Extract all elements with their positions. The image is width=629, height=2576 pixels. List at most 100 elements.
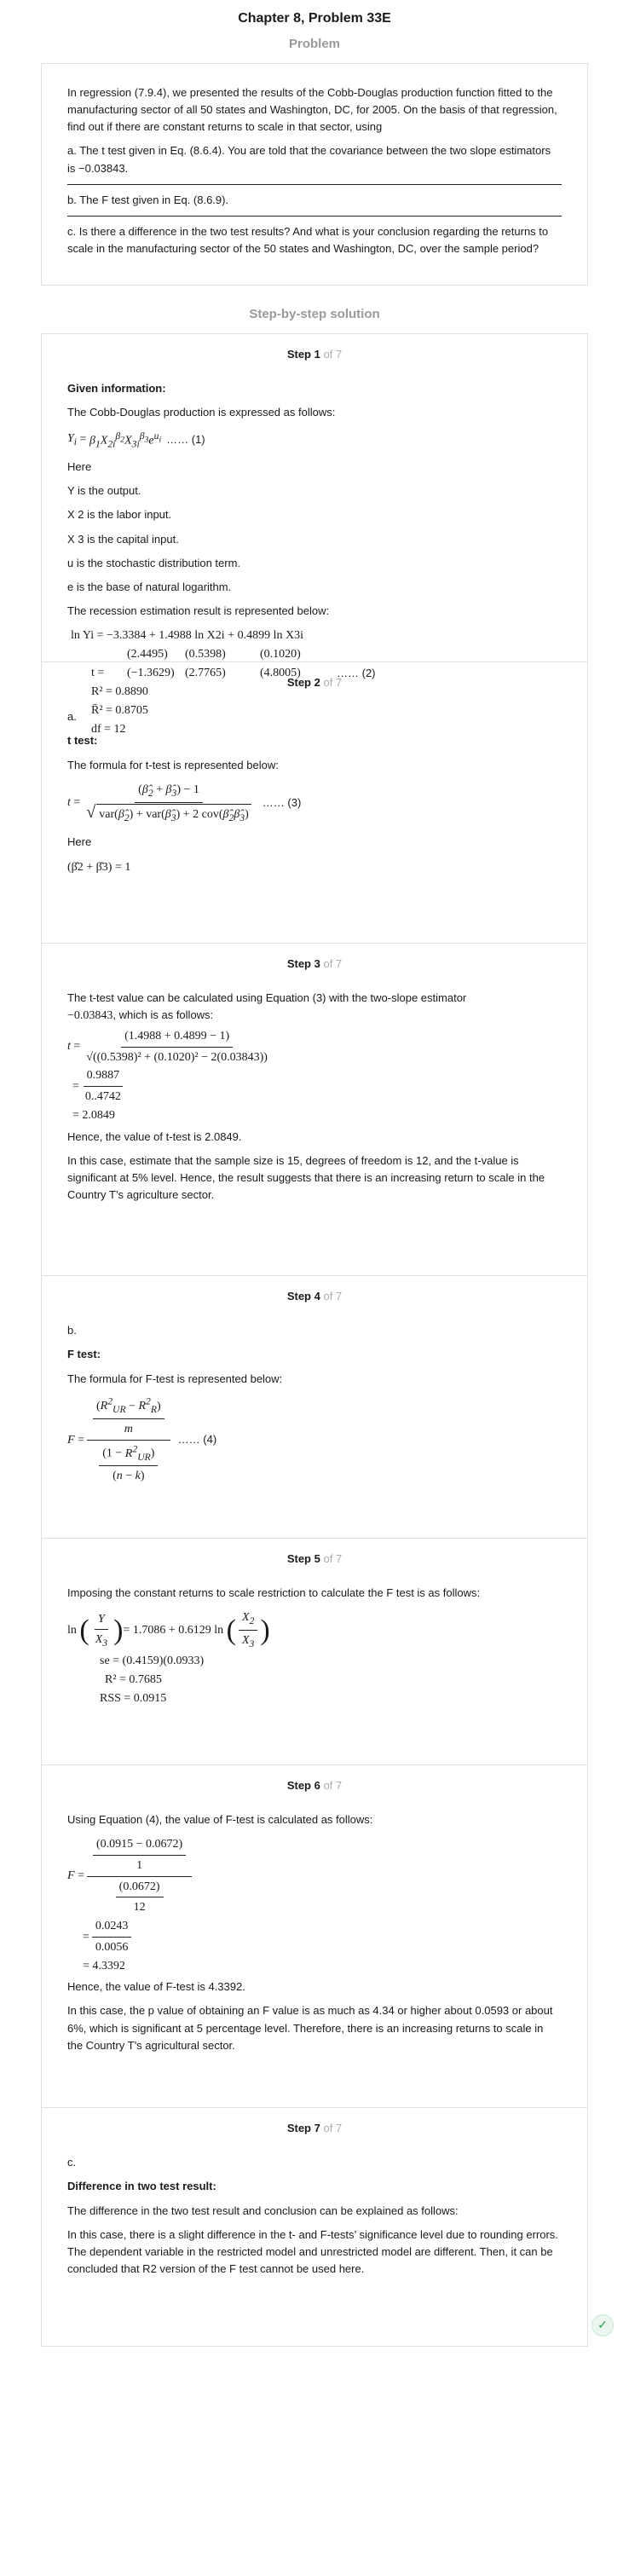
equation-3: t = (β̂2 + β̂3) − 1 √ var(β̂2) + var(β̂3)… bbox=[67, 781, 562, 826]
f-result: Hence, the value of F-test is 4.3392. bbox=[67, 1980, 245, 1994]
difference-intro: The difference in the two test result an… bbox=[67, 2203, 459, 2217]
f-den-top: (0.0672) bbox=[115, 1878, 164, 1898]
definition-y: Y is the output. bbox=[67, 484, 141, 498]
recession-intro: The recession estimation result is repre… bbox=[67, 604, 330, 617]
f-calculation: F = (0.0915 − 0.0672) 1 (0.0672) 12 = 0.… bbox=[67, 1835, 562, 1975]
step-header: Step 4 of 7 bbox=[67, 1288, 562, 1305]
problem-part-a: a. The t test given in Eq. (8.6.4). You … bbox=[67, 144, 551, 175]
t-prefix: t = bbox=[91, 667, 105, 680]
equation-tag: …… (2) bbox=[337, 667, 376, 680]
t-conclusion: In this case, estimate that the sample s… bbox=[67, 1153, 545, 1201]
step-header: Step 7 of 7 bbox=[67, 2120, 562, 2137]
step-number: Step 1 bbox=[286, 348, 320, 361]
step-header: Step 6 of 7 bbox=[67, 1777, 562, 1794]
problem-part-c: c. Is there a difference in the two test… bbox=[67, 224, 549, 255]
f-num-bottom: 1 bbox=[136, 1859, 143, 1873]
se-value: (2.4495) bbox=[127, 648, 168, 661]
f-num-top: (0.0915 − 0.0672) bbox=[92, 1835, 187, 1857]
step-header: Step 1 of 7 bbox=[67, 346, 562, 363]
t-value: (2.7765) bbox=[185, 667, 226, 680]
here-label: Here bbox=[67, 835, 92, 849]
r-squared: R² = 0.7685 bbox=[105, 1673, 162, 1687]
covariance-value: −0.03843 bbox=[67, 1009, 113, 1023]
solution-page: Chapter 8, Problem 33E Problem In regres… bbox=[0, 0, 629, 2348]
step-number: Step 4 bbox=[286, 1290, 320, 1303]
rss-value: RSS = 0.0915 bbox=[100, 1692, 167, 1706]
step-of: of 7 bbox=[323, 1290, 343, 1303]
problem-part-b: b. The F test given in Eq. (8.6.9). bbox=[67, 193, 229, 206]
solution-label: Step-by-step solution bbox=[249, 307, 380, 322]
t-calc-intro: The t-test value can be calculated using… bbox=[67, 990, 562, 1025]
step-6: Step 6 of 7 Using Equation (4), the valu… bbox=[41, 1765, 588, 2109]
step-number: Step 2 bbox=[286, 676, 320, 690]
se-value: (0.1020) bbox=[260, 648, 301, 661]
definition-x3: X 3 is the capital input. bbox=[67, 532, 179, 546]
f-calc-intro: Using Equation (4), the value of F-test … bbox=[67, 1813, 373, 1827]
problem-card: In regression (7.9.4), we presented the … bbox=[41, 63, 588, 286]
divider bbox=[67, 183, 562, 185]
step-number: Step 5 bbox=[286, 1552, 320, 1566]
t-result-line: = 2.0849 bbox=[72, 1108, 115, 1122]
f-step2-denominator: 0.0056 bbox=[95, 1940, 129, 1954]
f-test-heading: F test: bbox=[67, 1348, 101, 1361]
step-1: Step 1 of 7 Given information: The Cobb-… bbox=[41, 333, 588, 736]
step-of: of 7 bbox=[323, 2122, 343, 2135]
step-of: of 7 bbox=[323, 1552, 343, 1566]
f-formula-intro: The formula for F-test is represented be… bbox=[67, 1372, 283, 1385]
equation-tag: …… (1) bbox=[166, 433, 205, 447]
step-number: Step 6 bbox=[286, 1779, 320, 1793]
part-label: c. bbox=[67, 2156, 77, 2169]
divider bbox=[67, 215, 562, 217]
t-step2-denominator: 0..4742 bbox=[84, 1090, 121, 1104]
restriction-intro: Imposing the constant returns to scale r… bbox=[67, 1586, 481, 1600]
t-calculation: t = (1.4988 + 0.4899 − 1) √((0.5398)² + … bbox=[67, 1027, 562, 1124]
equation-4: F = (R2UR − R2R) m (1 − R2UR) (n − k) ……… bbox=[67, 1395, 217, 1483]
f-conclusion: In this case, the p value of obtaining a… bbox=[67, 2004, 553, 2052]
f-step2-numerator: 0.0243 bbox=[91, 1917, 132, 1938]
t-numerator: (1.4988 + 0.4899 − 1) bbox=[121, 1027, 234, 1048]
definition-u: u is the stochastic distribution term. bbox=[67, 556, 241, 569]
page-title: Chapter 8, Problem 33E bbox=[238, 11, 391, 26]
equation-1: Yi = β1X2iβ2X3iβ3eui …… (1) bbox=[67, 430, 205, 449]
t-calc-intro-text: The t-test value can be calculated using… bbox=[67, 991, 467, 1005]
problem-label: Problem bbox=[288, 37, 340, 51]
equation-tag: …… (3) bbox=[262, 795, 302, 809]
here-label: Here bbox=[67, 460, 92, 474]
step-5: Step 5 of 7 Imposing the constant return… bbox=[41, 1539, 588, 1766]
step-of: of 7 bbox=[323, 348, 343, 361]
definition-e: e is the base of natural logarithm. bbox=[67, 580, 232, 593]
t-step2-numerator: 0.9887 bbox=[83, 1066, 124, 1088]
t-formula-intro: The formula for t-test is represented be… bbox=[67, 758, 279, 771]
t-value: (−1.3629) bbox=[127, 667, 175, 680]
restricted-regression: ln ( Y X3 ) = 1.7086 + 0.6129 ln ( X2 X3 )… bbox=[67, 1609, 562, 1708]
cd-intro: The Cobb-Douglas production is expressed… bbox=[67, 406, 336, 419]
f-den-bottom: 12 bbox=[133, 1901, 146, 1915]
step-number: Step 3 bbox=[286, 957, 320, 971]
step-of: of 7 bbox=[323, 1779, 343, 1793]
f-result-line: = 4.3392 bbox=[83, 1959, 125, 1972]
t-calc-intro-tail: , which is as follows: bbox=[113, 1008, 214, 1022]
standard-errors: se = (0.4159)(0.0933) bbox=[100, 1655, 205, 1668]
se-value: (0.5398) bbox=[185, 648, 226, 661]
problem-intro: In regression (7.9.4), we presented the … bbox=[67, 86, 557, 134]
step-3: Step 3 of 7 The t-test value can be calc… bbox=[41, 944, 588, 1277]
step-header: Step 3 of 7 bbox=[67, 956, 562, 973]
t-denominator: √((0.5398)² + (0.1020)² − 2(0.03843)) bbox=[86, 1050, 268, 1064]
step-of: of 7 bbox=[323, 957, 343, 971]
equation-tag: …… (4) bbox=[177, 1433, 217, 1447]
t-test-heading: t test: bbox=[67, 734, 98, 748]
here-equation: (β̂2 + β̂3) = 1 bbox=[67, 860, 131, 874]
step-of: of 7 bbox=[323, 676, 343, 690]
difference-body: In this case, there is a slight differen… bbox=[67, 2227, 558, 2275]
step-7: Step 7 of 7 c. Difference in two test re… bbox=[41, 2108, 588, 2348]
difference-heading: Difference in two test result: bbox=[67, 2180, 216, 2193]
equation-2-line: ln Yi = −3.3384 + 1.4988 ln X2i + 0.4899… bbox=[71, 629, 303, 643]
restricted-rhs: = 1.7086 + 0.6129 ln bbox=[123, 1623, 224, 1637]
shield-check-icon[interactable]: ✓ bbox=[591, 2314, 614, 2337]
step-number: Step 7 bbox=[286, 2122, 320, 2135]
definition-x2: X 2 is the labor input. bbox=[67, 508, 172, 522]
step-4: Step 4 of 7 b. F test: The formula for F… bbox=[41, 1276, 588, 1539]
step-header: Step 5 of 7 bbox=[67, 1551, 562, 1568]
t-result: Hence, the value of t-test is 2.0849. bbox=[67, 1129, 242, 1143]
part-label: b. bbox=[67, 1324, 77, 1337]
